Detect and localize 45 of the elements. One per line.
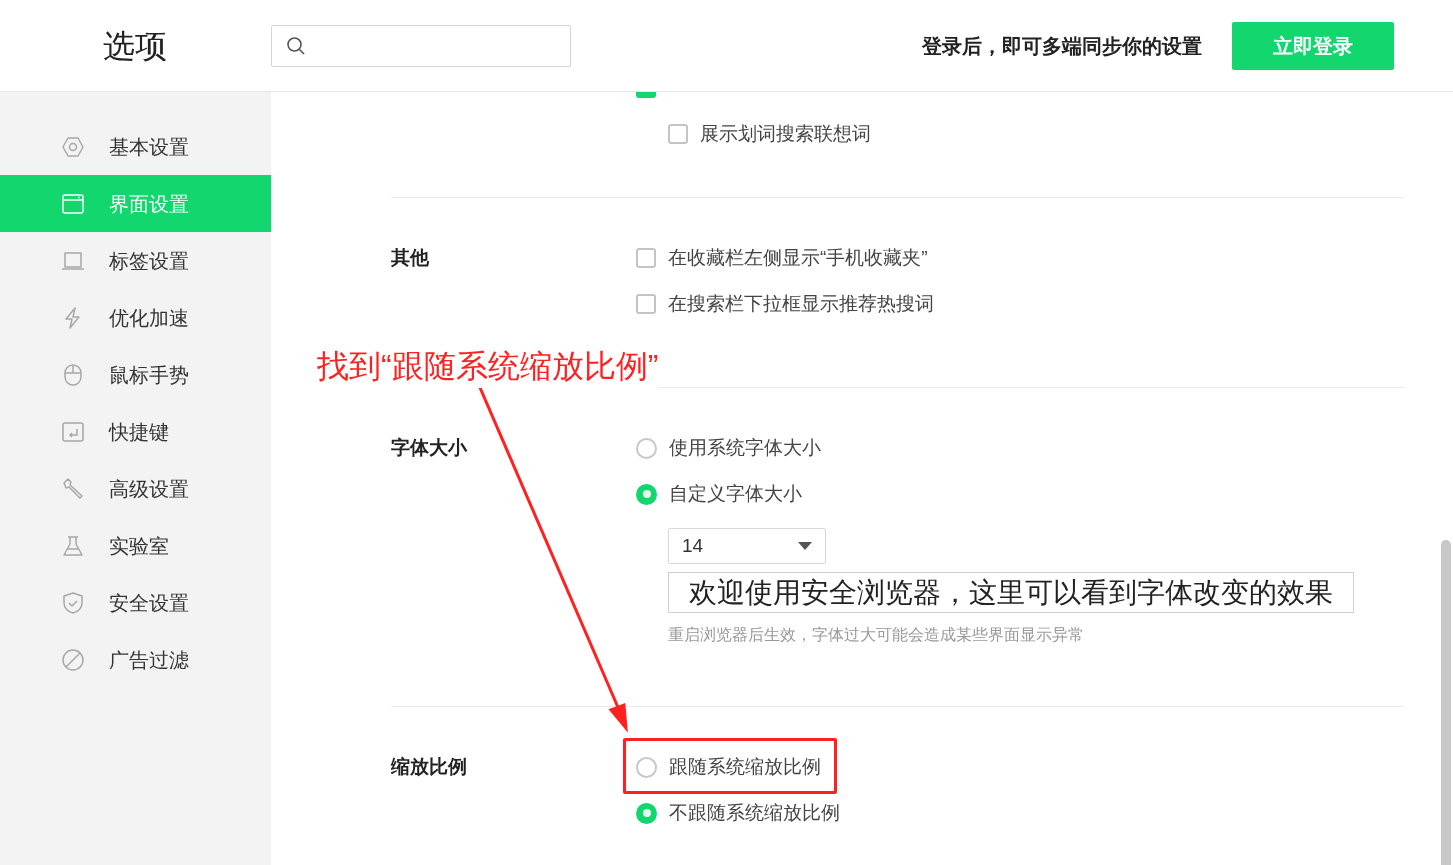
sidebar-item[interactable]: 基本设置 (0, 118, 271, 175)
sidebar-item[interactable]: 鼠标手势 (0, 346, 271, 403)
checkbox[interactable] (668, 124, 688, 144)
checkbox[interactable] (636, 248, 656, 268)
radio-button[interactable] (636, 802, 657, 824)
menu-item-icon (62, 420, 84, 443)
option-label: 展示划词搜索联想词 (700, 121, 871, 146)
checkbox[interactable] (636, 294, 656, 314)
font-preview-box: 欢迎使用安全浏览器，这里可以看到字体改变的效果 (668, 572, 1354, 613)
sidebar-item[interactable]: 实验室 (0, 517, 271, 574)
option-label: 使用系统字体大小 (669, 435, 821, 460)
option-label: 在收藏栏左侧显示“手机收藏夹” (668, 245, 928, 270)
menu-item-icon (62, 135, 84, 158)
sidebar-item[interactable]: 优化加速 (0, 289, 271, 346)
radio-button[interactable] (636, 483, 657, 505)
login-prompt: 登录后，即可多端同步你的设置 (922, 33, 1202, 59)
search-icon (286, 35, 306, 56)
hint-text: 重启浏览器后生效，字体过大可能会造成某些界面显示异常 (668, 625, 1085, 645)
menu-item-icon (62, 192, 84, 215)
radio-button[interactable] (636, 756, 657, 778)
option-label: 跟随系统缩放比例 (669, 754, 821, 779)
sidebar-item[interactable]: 高级设置 (0, 460, 271, 517)
window-title: 选项 (103, 26, 168, 66)
radio-button[interactable] (636, 437, 657, 459)
section-label: 其他 (391, 245, 429, 270)
option-label: 自定义字体大小 (669, 481, 802, 506)
search-field[interactable] (271, 24, 571, 67)
menu-item-icon (62, 363, 84, 386)
sidebar-item[interactable]: 安全设置 (0, 574, 271, 631)
caret-icon (798, 542, 812, 550)
option-label: 在搜索栏下拉框显示推荐热搜词 (668, 291, 934, 316)
section-label: 缩放比例 (391, 754, 467, 779)
menu-item-icon (62, 477, 84, 500)
dropdown-value: 14 (682, 533, 704, 558)
menu-item-icon (62, 249, 84, 272)
scrollbar-thumb[interactable] (1441, 540, 1451, 865)
menu-item-icon (62, 591, 84, 614)
menu-item-icon (62, 648, 84, 671)
sidebar-item[interactable]: 快捷键 (0, 403, 271, 460)
font-size-dropdown[interactable]: 14 (668, 528, 826, 564)
sidebar-item[interactable]: 标签设置 (0, 232, 271, 289)
menu-item-icon (62, 534, 84, 557)
section-label: 字体大小 (391, 435, 467, 460)
sidebar-item[interactable]: 广告过滤 (0, 631, 271, 688)
option-label: 不跟随系统缩放比例 (669, 800, 840, 825)
